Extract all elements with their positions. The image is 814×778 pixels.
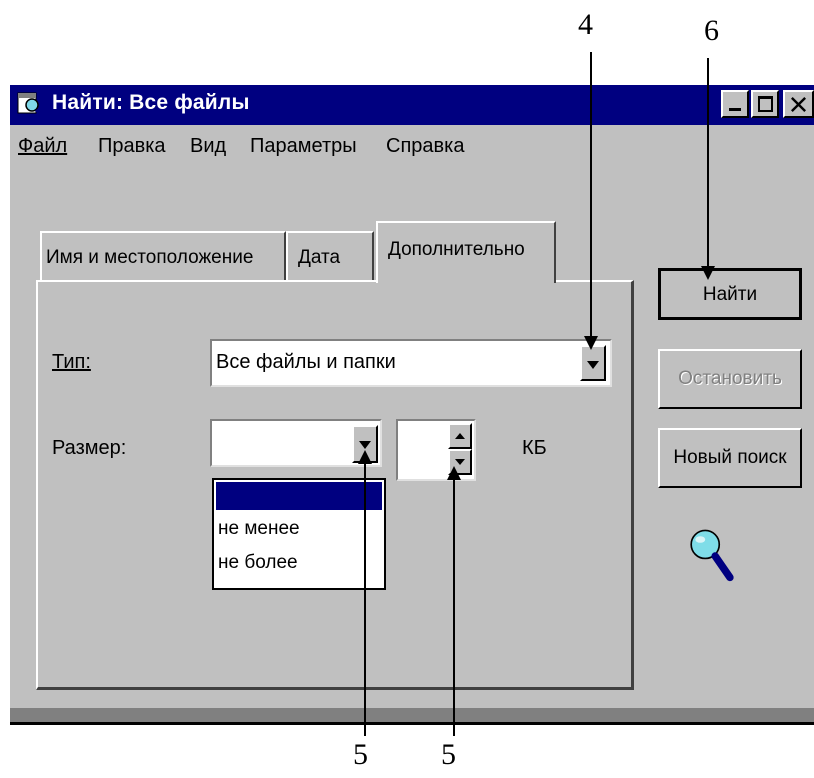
maximize-icon — [758, 96, 773, 112]
menu-file[interactable]: Файл — [18, 135, 67, 158]
menu-bar: Файл Правка Вид Параметры Справка — [10, 127, 814, 169]
tab-name-location[interactable]: Имя и местоположение — [40, 231, 286, 281]
spinner-up-button[interactable] — [448, 423, 472, 449]
size-dropdown-button[interactable] — [352, 425, 378, 463]
type-label: Тип: — [52, 351, 91, 373]
callout-6: 6 — [704, 14, 719, 47]
dropdown-arrow-icon — [587, 361, 599, 369]
list-item-not-less[interactable]: не менее — [218, 518, 300, 540]
size-label: Размер: — [52, 437, 127, 459]
menu-help[interactable]: Справка — [386, 135, 464, 158]
stop-button[interactable]: Остановить — [658, 349, 802, 409]
list-item-empty-selected[interactable] — [216, 482, 382, 510]
tab-advanced[interactable]: Дополнительно — [376, 221, 556, 283]
spinner-up-icon — [455, 433, 465, 439]
minimize-button[interactable] — [721, 90, 749, 118]
list-item-not-more[interactable]: не более — [218, 552, 298, 574]
window-title: Найти: Все файлы — [52, 91, 250, 114]
tab-name-location-label: Имя и местоположение — [46, 247, 254, 268]
callout-4: 4 — [578, 8, 593, 41]
size-unit-label: КБ — [522, 437, 547, 459]
find-button[interactable]: Найти — [658, 268, 802, 320]
size-amount-spinner[interactable] — [396, 419, 476, 481]
close-icon — [791, 97, 806, 112]
tab-advanced-label: Дополнительно — [388, 239, 525, 260]
menu-options[interactable]: Параметры — [250, 135, 357, 158]
type-select[interactable]: Все файлы и папки — [210, 339, 612, 387]
callout-5-right: 5 — [441, 738, 456, 771]
type-select-value: Все файлы и папки — [216, 351, 396, 373]
close-button[interactable] — [783, 90, 814, 118]
find-window: Найти: Все файлы Файл Правка Вид Парамет… — [10, 85, 814, 725]
magnifier-icon — [690, 529, 734, 582]
title-bar: Найти: Все файлы — [10, 85, 814, 125]
status-strip-edge — [10, 722, 814, 725]
spinner-down-icon — [455, 459, 465, 465]
type-dropdown-button[interactable] — [580, 345, 606, 381]
spinner-down-button[interactable] — [448, 449, 472, 475]
callout-5-left: 5 — [353, 738, 368, 771]
tab-date[interactable]: Дата — [286, 231, 374, 281]
maximize-button[interactable] — [751, 90, 779, 118]
dropdown-arrow-icon — [359, 441, 371, 449]
tab-date-label: Дата — [298, 247, 341, 268]
size-condition-select[interactable] — [210, 419, 382, 467]
menu-view[interactable]: Вид — [190, 135, 226, 158]
status-strip — [10, 708, 814, 722]
search-window-icon — [17, 92, 45, 119]
menu-edit[interactable]: Правка — [98, 135, 166, 158]
minimize-icon — [729, 108, 741, 111]
size-condition-list: не менее не более — [212, 478, 386, 590]
new-search-button[interactable]: Новый поиск — [658, 428, 802, 488]
